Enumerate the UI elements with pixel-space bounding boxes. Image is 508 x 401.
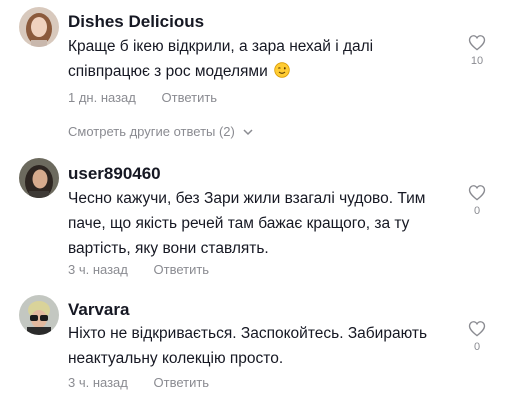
like-count: 0 <box>473 341 481 353</box>
like-button[interactable]: 10 <box>466 34 488 67</box>
comment-text: Краще б ікею відкрили, а зара нехай і да… <box>68 38 374 80</box>
chevron-down-icon <box>242 129 253 136</box>
comment-meta: 3 ч. назад Ответить <box>68 262 209 277</box>
like-count: 0 <box>473 205 481 217</box>
avatar[interactable] <box>19 7 59 47</box>
reply-button[interactable]: Ответить <box>154 375 210 390</box>
heart-icon[interactable] <box>468 184 486 201</box>
like-button[interactable]: 0 <box>466 320 488 353</box>
avatar[interactable] <box>19 158 59 198</box>
comment-text: Чесно кажучи, без Зари жили взагалі чудо… <box>68 190 426 257</box>
winking-face-emoji <box>274 62 290 78</box>
reply-button[interactable]: Ответить <box>154 262 210 277</box>
comment-username[interactable]: user890460 <box>68 164 161 184</box>
comment-time: 1 дн. назад <box>68 90 136 105</box>
comment-username[interactable]: Varvara <box>68 300 129 320</box>
heart-icon[interactable] <box>468 34 486 51</box>
comment-text: Ніхто не відкривається. Заспокойтесь. За… <box>68 325 428 367</box>
comment-time: 3 ч. назад <box>68 262 128 277</box>
comment-meta: 1 дн. назад Ответить <box>68 90 217 105</box>
like-count: 10 <box>470 55 484 67</box>
comment-meta: 3 ч. назад Ответить <box>68 375 209 390</box>
reply-button[interactable]: Ответить <box>162 90 218 105</box>
view-more-replies-button[interactable]: Смотреть другие ответы (2) <box>68 124 253 139</box>
comment-username[interactable]: Dishes Delicious <box>68 12 204 32</box>
like-button[interactable]: 0 <box>466 184 488 217</box>
heart-icon[interactable] <box>468 320 486 337</box>
avatar[interactable] <box>19 295 59 335</box>
comment-time: 3 ч. назад <box>68 375 128 390</box>
